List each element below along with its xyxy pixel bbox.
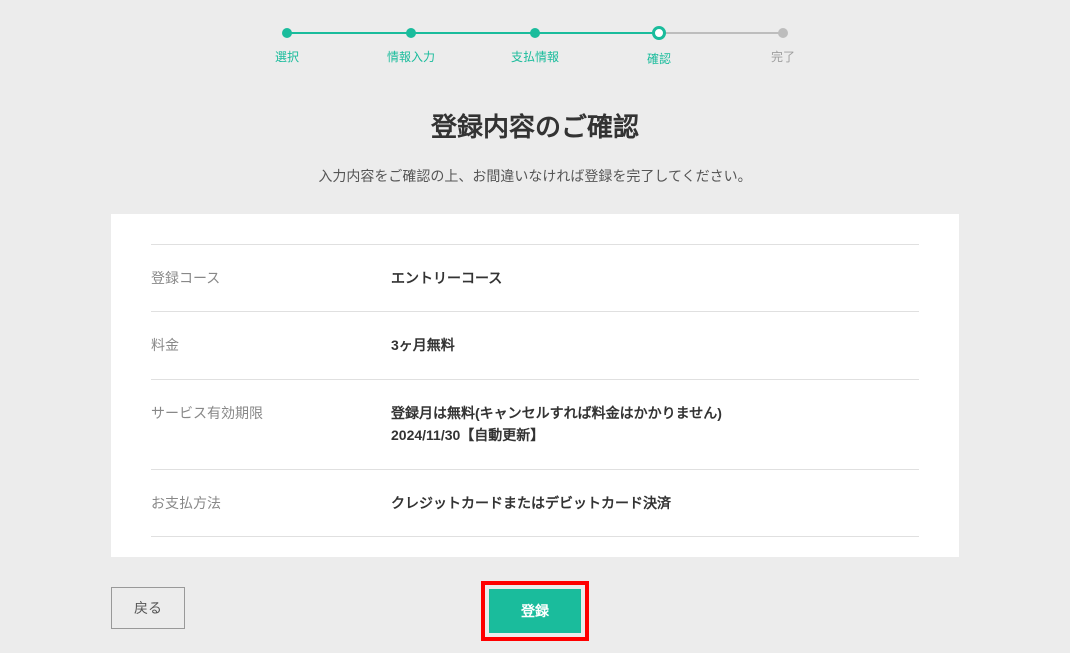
step-label: 確認	[647, 50, 671, 67]
page-subtitle: 入力内容をご確認の上、お間違いなければ登録を完了してください。	[0, 166, 1070, 186]
back-button[interactable]: 戻る	[111, 587, 185, 629]
row-label-validity: サービス有効期限	[151, 402, 391, 423]
row-label-payment: お支払方法	[151, 492, 391, 513]
step-dot-future-icon	[778, 28, 788, 38]
step-dot-icon	[282, 28, 292, 38]
row-value-payment: クレジットカードまたはデビットカード決済	[391, 492, 671, 514]
step-line-icon	[287, 32, 411, 34]
page-title: 登録内容のご確認	[0, 107, 1070, 144]
step-label: 完了	[771, 48, 795, 65]
validity-line1: 登録月は無料(キャンセルすれば料金はかかりません)	[391, 402, 722, 424]
step-select: 選択	[225, 28, 349, 65]
registration-confirm-page: 選択 情報入力 支払情報 確認 完了 登録内容のご確認 入力内容をご確認の上、お…	[0, 0, 1070, 653]
row-payment: お支払方法 クレジットカードまたはデビットカード決済	[151, 469, 919, 537]
step-dot-current-icon	[652, 26, 666, 40]
progress-stepper: 選択 情報入力 支払情報 確認 完了	[225, 28, 845, 67]
row-validity: サービス有効期限 登録月は無料(キャンセルすれば料金はかかりません) 2024/…	[151, 379, 919, 469]
actions-bar: 戻る 登録	[111, 581, 959, 633]
confirmation-card: 登録コース エントリーコース 料金 3ヶ月無料 サービス有効期限 登録月は無料(…	[111, 214, 959, 557]
step-label: 情報入力	[387, 48, 435, 65]
step-line-icon	[535, 32, 659, 34]
row-value-price: 3ヶ月無料	[391, 334, 455, 356]
submit-highlight-box: 登録	[481, 581, 589, 641]
step-dot-icon	[530, 28, 540, 38]
step-label: 選択	[275, 48, 299, 65]
step-line-icon	[411, 32, 535, 34]
row-value-course: エントリーコース	[391, 267, 502, 289]
step-dot-icon	[406, 28, 416, 38]
row-label-course: 登録コース	[151, 267, 391, 288]
validity-line2: 2024/11/30【自動更新】	[391, 424, 722, 446]
step-label: 支払情報	[511, 48, 559, 65]
row-price: 料金 3ヶ月無料	[151, 311, 919, 378]
row-value-validity: 登録月は無料(キャンセルすれば料金はかかりません) 2024/11/30【自動更…	[391, 402, 722, 447]
submit-button[interactable]: 登録	[489, 589, 581, 633]
row-label-price: 料金	[151, 334, 391, 355]
row-course: 登録コース エントリーコース	[151, 244, 919, 311]
step-line-icon	[659, 32, 783, 34]
